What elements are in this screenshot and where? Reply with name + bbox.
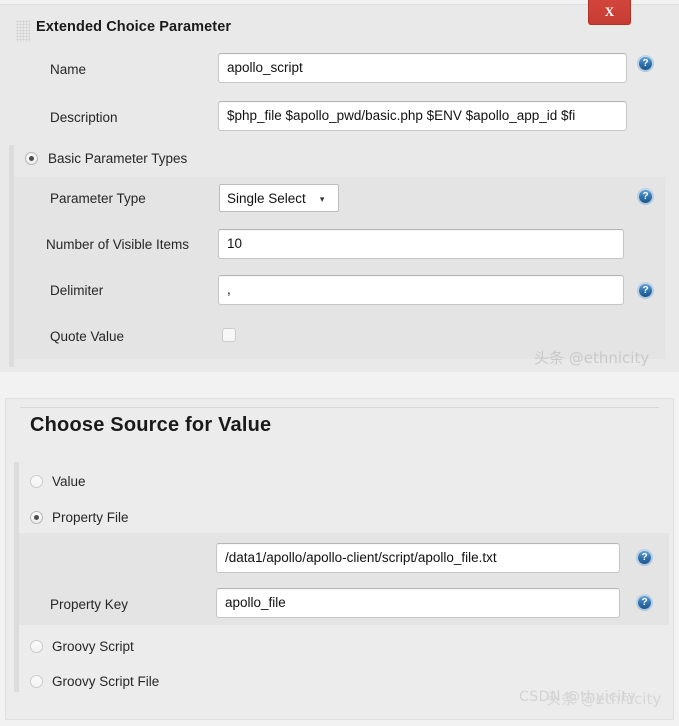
radio-source-property-file-label[interactable]: Property File xyxy=(52,510,129,525)
radio-source-groovy-script[interactable] xyxy=(30,640,43,653)
panel-divider xyxy=(20,407,659,408)
help-icon-property-key[interactable]: ? xyxy=(636,594,653,611)
description-input[interactable]: $php_file $apollo_pwd/basic.php $ENV $ap… xyxy=(218,101,627,131)
visible-items-label: Number of Visible Items xyxy=(46,237,190,252)
delimiter-input[interactable]: , xyxy=(218,275,624,305)
help-icon-glyph: ? xyxy=(638,551,651,564)
watermark-toutiao-top: 头条 @ethnicity xyxy=(534,349,650,367)
radio-source-property-file[interactable] xyxy=(30,511,43,524)
help-icon-glyph: ? xyxy=(639,57,652,70)
quote-value-label: Quote Value xyxy=(50,329,125,344)
source-panel-title: Choose Source for Value xyxy=(30,414,272,436)
radio-source-value-label[interactable]: Value xyxy=(52,474,86,489)
quote-value-checkbox[interactable] xyxy=(222,328,236,342)
property-file-path-input[interactable]: /data1/apollo/apollo-client/script/apoll… xyxy=(216,543,620,573)
name-input[interactable]: apollo_script xyxy=(218,53,627,83)
radio-basic-parameter-types-label[interactable]: Basic Parameter Types xyxy=(48,151,187,166)
drag-grid-icon[interactable] xyxy=(16,20,30,42)
parameter-type-value: Single Select xyxy=(227,190,306,206)
help-icon-glyph: ? xyxy=(639,284,652,297)
help-icon-property-file-path[interactable]: ? xyxy=(636,549,653,566)
page-title: Extended Choice Parameter xyxy=(36,19,232,35)
radio-source-groovy-script-label[interactable]: Groovy Script xyxy=(52,639,134,654)
help-icon-delimiter[interactable]: ? xyxy=(637,282,654,299)
radio-basic-parameter-types[interactable] xyxy=(25,152,38,165)
parameter-type-select[interactable]: Single Select ▾ xyxy=(219,184,339,212)
radio-source-value[interactable] xyxy=(30,475,43,488)
property-key-input[interactable]: apollo_file xyxy=(216,588,620,618)
visible-items-input[interactable]: 10 xyxy=(218,229,624,259)
property-key-label: Property Key xyxy=(50,597,129,612)
help-icon-parameter-type[interactable]: ? xyxy=(637,188,654,205)
delimiter-label: Delimiter xyxy=(50,283,104,298)
chevron-down-icon: ▾ xyxy=(319,193,325,204)
radio-source-groovy-script-file-label[interactable]: Groovy Script File xyxy=(52,674,159,689)
help-icon-glyph: ? xyxy=(639,190,652,203)
help-icon-glyph: ? xyxy=(638,596,651,609)
close-button[interactable]: X xyxy=(588,0,631,25)
watermark-toutiao-bottom: 头条 @ethnicity xyxy=(546,690,662,708)
description-label: Description xyxy=(50,110,118,125)
parameter-type-label: Parameter Type xyxy=(50,191,146,206)
help-icon-name[interactable]: ? xyxy=(637,55,654,72)
name-label: Name xyxy=(50,62,87,77)
radio-source-groovy-script-file[interactable] xyxy=(30,675,43,688)
page-root: Extended Choice Parameter X Name apollo_… xyxy=(0,0,679,726)
